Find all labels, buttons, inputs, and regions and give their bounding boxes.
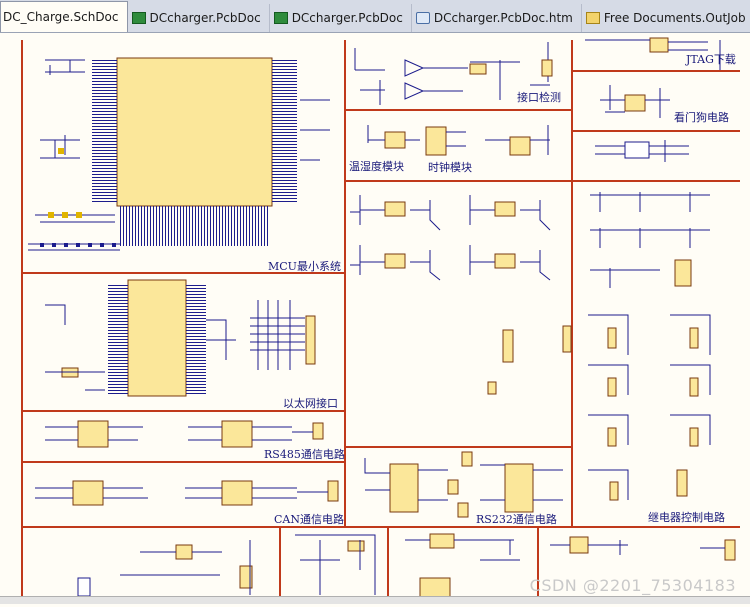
can-block (35, 480, 339, 506)
label-can: CAN通信电路 (274, 513, 344, 526)
label-temp-humidity: 温湿度模块 (349, 159, 404, 173)
pcb-doc-icon (131, 12, 146, 24)
label-ethernet: 以太网接口 (283, 397, 338, 410)
tab-dccharger-pcbdoc-htm[interactable]: DCcharger.PcbDoc.htm (412, 4, 582, 32)
label-mcu: MCU最小系统 (268, 260, 341, 273)
watermark-text: CSDN @2201_75304183 (529, 576, 736, 595)
ethernet-block (45, 279, 316, 397)
outjob-doc-icon (585, 12, 600, 24)
htm-doc-icon (415, 12, 430, 24)
label-port-detect: 接口检测 (517, 90, 561, 104)
mcu-block (28, 57, 330, 251)
tab-dccharger-pcbdoc-1[interactable]: DCcharger.PcbDoc (128, 4, 270, 32)
label-watchdog: 看门狗电路 (674, 110, 729, 124)
tab-label: DCcharger.PcbDoc (291, 11, 403, 25)
tab-label: DCcharger.PcbDoc (149, 11, 261, 25)
label-rs232: RS232通信电路 (476, 513, 557, 526)
label-relay: 继电器控制电路 (648, 510, 725, 524)
tab-label: DCcharger.PcbDoc.htm (433, 11, 573, 25)
rs485-block (45, 420, 324, 448)
schematic-drawing: MCU最小系统 以太网接口 RS485通信电路 CAN通信电路 JTAG下载 接… (21, 37, 740, 600)
label-clock: 时钟模块 (428, 160, 472, 174)
label-rs485: RS485通信电路 (264, 448, 345, 461)
pcb-doc-icon (273, 12, 288, 24)
temp-clock-block (367, 125, 550, 156)
regulator-block (595, 140, 689, 162)
rs232-block (364, 451, 563, 518)
tab-dccharger-pcbdoc-2[interactable]: DCcharger.PcbDoc (270, 4, 412, 32)
tab-label: Free Documents.OutJob (603, 11, 746, 25)
optocoupler-block (350, 195, 551, 281)
schematic-canvas[interactable]: MCU最小系统 以太网接口 RS485通信电路 CAN通信电路 JTAG下载 接… (0, 32, 750, 603)
tab-dc-charge-schdoc[interactable]: DC_Charge.SchDoc (0, 1, 128, 32)
tab-label: DC_Charge.SchDoc (3, 10, 119, 24)
watchdog-block (600, 85, 670, 118)
label-jtag: JTAG下载 (685, 53, 736, 66)
document-tab-bar: DC_Charge.SchDoc DCcharger.PcbDoc DCchar… (0, 0, 750, 33)
tab-free-documents-outjob[interactable]: Free Documents.OutJob (582, 4, 750, 32)
